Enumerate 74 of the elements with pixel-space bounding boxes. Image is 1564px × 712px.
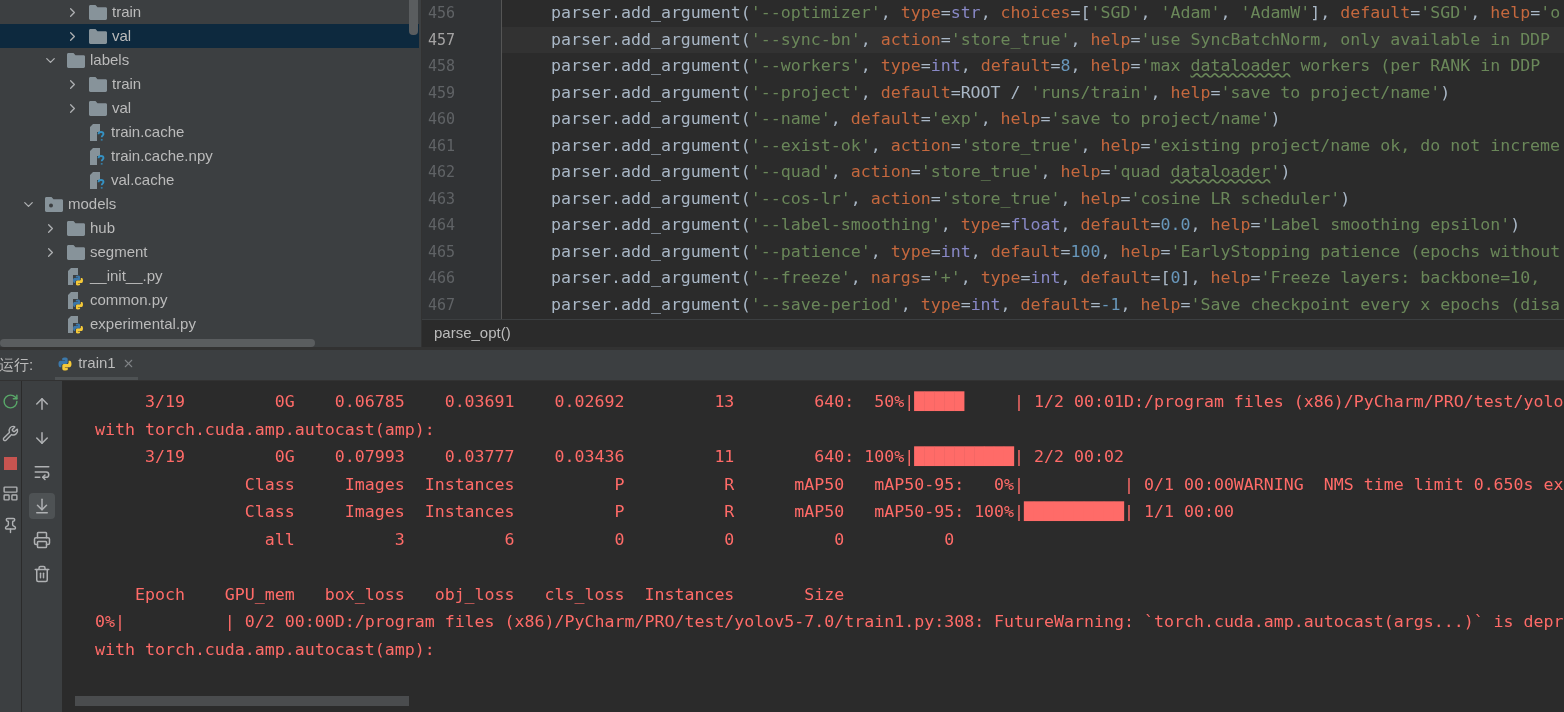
tree-item[interactable]: segment: [0, 240, 419, 264]
tree-item-label: train.cache: [111, 121, 185, 142]
code-line: parser.add_argument('--save-period', type=int, default=-1, help='Save checkpoint every x epochs (disa: [550, 293, 1562, 316]
tree-item-label: train: [112, 73, 142, 94]
tree-item-label: models: [68, 193, 117, 214]
console-line: Class Images Instances P R mAP50 mAP50-95: 100%|██████████| 1/1 00:00: [243, 500, 1235, 523]
python-icon: [58, 356, 73, 371]
tree-item-label: segment: [90, 241, 148, 262]
code-line: parser.add_argument('--cos-lr', action='store_true', help='cosine LR scheduler'): [550, 187, 1352, 210]
console-line: with torch.cuda.amp.autocast(amp):: [93, 638, 436, 661]
scrollbar-thumb[interactable]: [0, 339, 315, 347]
tree-item-label: __init__.py: [90, 265, 163, 286]
python-file-icon: [67, 314, 85, 334]
run-label: 运行:: [0, 354, 34, 375]
console-line: 3/19 0G 0.06785 0.03691 0.02692 13 640: 50%|█████ | 1/2 00:01D:/program files (x86)/PyCharm/PRO/test/yolo: [143, 390, 1564, 413]
tree-item-label: val: [112, 97, 132, 118]
folder-icon: [67, 52, 85, 68]
code-line: parser.add_argument('--label-smoothing', type=float, default=0.0, help='Label smoothing epsilon'): [550, 214, 1522, 236]
code-line: parser.add_argument('--patience', type=int, default=100, help='EarlyStopping patience (epochs without: [550, 240, 1562, 263]
tree-item[interactable]: __init__.py: [0, 264, 419, 288]
tree-item[interactable]: val.cache: [0, 168, 419, 192]
unknown-file-icon: [89, 122, 106, 142]
tree-item[interactable]: train.cache: [0, 120, 419, 144]
tree-item-label: val: [112, 25, 132, 46]
tree-item-label: experimental.py: [90, 313, 196, 334]
layout-icon[interactable]: [2, 485, 19, 502]
unknown-file-icon: [89, 146, 106, 166]
tree-item[interactable]: train: [0, 72, 419, 96]
scroll-to-end-icon[interactable]: [29, 493, 55, 519]
scrollbar-thumb[interactable]: [409, 0, 418, 35]
tree-item[interactable]: val: [0, 24, 419, 48]
folder-icon: [89, 100, 107, 116]
console-line: Class Images Instances P R mAP50 mAP50-95: 0%| | 0/1 00:00WARNING NMS time limit 0.650s ex: [243, 473, 1564, 496]
tree-item-label: hub: [90, 217, 116, 238]
folder-icon: [89, 4, 107, 20]
code-line: parser.add_argument('--freeze', nargs='+', type=int, default=[0], help='Freeze layers: backbone=10,: [550, 267, 1542, 289]
code-line: parser.add_argument('--project', default=ROOT / 'runs/train', help='save to project/name'): [550, 81, 1452, 104]
tree-item[interactable]: labels: [0, 48, 419, 72]
python-file-icon: [67, 290, 85, 310]
rerun-icon[interactable]: [2, 393, 19, 410]
code-line: parser.add_argument('--workers', type=int, default=8, help='max dataloader workers (per RANK in DDP: [550, 55, 1542, 77]
breadcrumb[interactable]: parse_opt(): [434, 322, 511, 345]
console-line: all 3 6 0 0 0 0: [263, 528, 956, 551]
unknown-file-icon: [89, 170, 106, 190]
tree-item-label: labels: [90, 49, 130, 70]
tree-item-label: val.cache: [111, 169, 175, 190]
package-folder-icon: [45, 196, 63, 212]
console-line: 0%| | 0/2 00:00D:/program files (x86)/PyCharm/PRO/test/yolov5-7.0/train1.py:308: FutureWarning: `torch.cuda.amp.autocast(args...)` is depr: [93, 611, 1564, 633]
tree-item-label: common.py: [90, 289, 168, 310]
console-line: 3/19 0G 0.07993 0.03777 0.03436 11 640: 100%|██████████| 2/2 00:02: [143, 445, 1125, 468]
tree-item[interactable]: train.cache.npy: [0, 144, 419, 168]
code-line: parser.add_argument('--optimizer', type=str, choices=['SGD', 'Adam', 'AdamW'], default='SGD', help='o: [550, 2, 1562, 24]
python-file-icon: [67, 266, 85, 286]
console-line: with torch.cuda.amp.autocast(amp):: [93, 418, 436, 441]
folder-icon: [67, 220, 85, 236]
scrollbar-thumb[interactable]: [75, 696, 409, 706]
tree-item[interactable]: common.py: [0, 288, 419, 312]
folder-icon: [67, 244, 85, 260]
wrench-icon[interactable]: [2, 425, 19, 442]
tree-item[interactable]: hub: [0, 216, 419, 240]
line-number: 457: [427, 29, 457, 51]
code-line: parser.add_argument('--exist-ok', action='store_true', help='existing project/name ok, do not increme: [550, 134, 1562, 157]
tree-item[interactable]: experimental.py: [0, 312, 419, 336]
tree-item[interactable]: train: [0, 0, 419, 24]
folder-icon: [89, 28, 107, 44]
code-line: parser.add_argument('--name', default='exp', help='save to project/name'): [550, 108, 1282, 130]
folder-icon: [89, 76, 107, 92]
tree-item[interactable]: val: [0, 96, 419, 120]
console-line: Epoch GPU_mem box_loss obj_loss cls_loss Instances Size: [133, 583, 846, 606]
tree-item[interactable]: models: [0, 192, 419, 216]
tree-item-label: train: [112, 1, 142, 22]
tree-item-label: train.cache.npy: [111, 145, 213, 166]
code-line: parser.add_argument('--quad', action='store_true', help='quad dataloader'): [550, 161, 1292, 183]
pin-icon[interactable]: [2, 517, 19, 534]
